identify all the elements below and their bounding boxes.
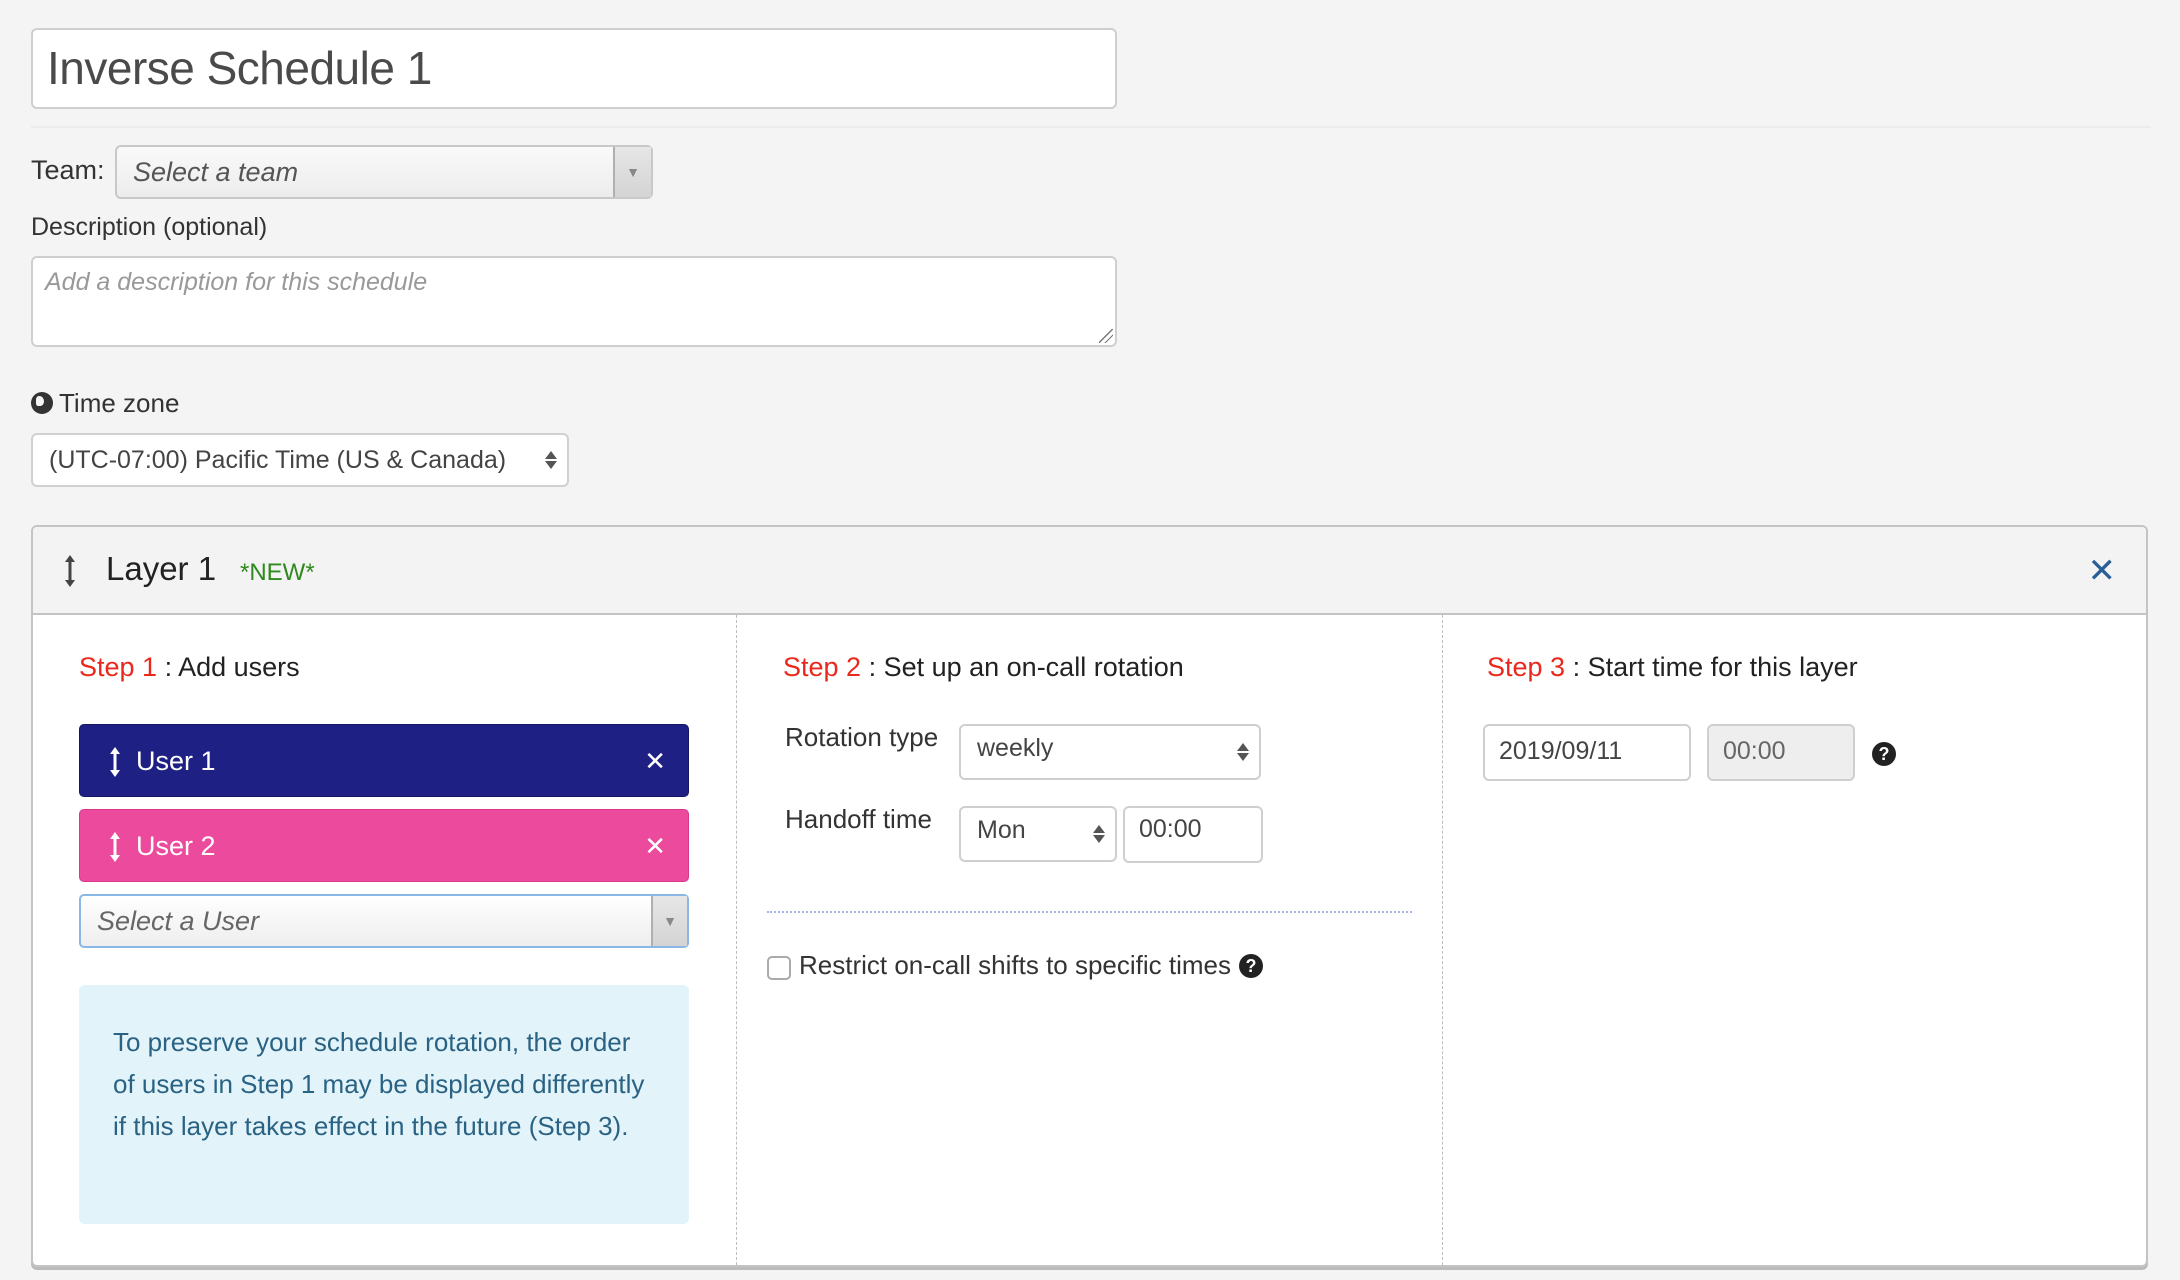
layer-title: Layer 1 [106, 550, 217, 587]
timezone-select[interactable]: (UTC-07:00) Pacific Time (US & Canada) [31, 433, 569, 487]
timezone-selected-value: (UTC-07:00) Pacific Time (US & Canada) [49, 446, 507, 474]
select-arrows-icon [1093, 825, 1105, 843]
team-select[interactable]: Select a team ▼ [115, 145, 653, 199]
handoff-day-value: Mon [977, 816, 1026, 844]
close-icon[interactable]: ✕ [2088, 553, 2117, 589]
drag-handle-icon[interactable] [109, 746, 121, 778]
step3-title: : Start time for this layer [1565, 652, 1858, 682]
start-date-input[interactable]: 2019/09/11 [1483, 724, 1691, 781]
restrict-shifts-label[interactable]: Restrict on-call shifts to specific time… [799, 950, 1231, 981]
start-time-input: 00:00 [1707, 724, 1855, 781]
step3-heading: Step 3 : Start time for this layer [1487, 649, 1858, 685]
header-divider [31, 126, 2151, 128]
handoff-time-input[interactable]: 00:00 [1123, 806, 1263, 863]
new-badge: *NEW* [240, 559, 315, 586]
team-select-placeholder: Select a team [133, 157, 299, 187]
layer-header: Layer 1 *NEW* ✕ [33, 527, 2146, 615]
restrict-shifts-checkbox[interactable] [767, 955, 791, 980]
schedule-name-input[interactable]: Inverse Schedule 1 [31, 28, 1117, 109]
drag-handle-icon[interactable] [64, 554, 76, 588]
globe-icon [31, 392, 53, 414]
step2-heading: Step 2 : Set up an on-call rotation [783, 649, 1184, 685]
team-label: Team: [31, 155, 105, 185]
info-text: To preserve your schedule rotation, the … [113, 1027, 645, 1141]
resize-handle-icon[interactable] [1099, 329, 1113, 343]
select-arrows-icon [545, 451, 557, 469]
remove-user-icon[interactable]: ✕ [644, 725, 666, 798]
step3-number: Step 3 [1487, 652, 1566, 682]
user-pill[interactable]: User 2 ✕ [79, 809, 689, 882]
description-label: Description (optional) [31, 213, 268, 241]
drag-handle-icon[interactable] [109, 831, 121, 863]
remove-user-icon[interactable]: ✕ [644, 810, 666, 883]
help-icon[interactable]: ? [1239, 953, 1264, 978]
step1-title: : Add users [157, 652, 300, 682]
chevron-down-icon[interactable]: ▼ [651, 896, 687, 946]
restrict-shifts-row: Restrict on-call shifts to specific time… [767, 950, 1264, 981]
user-name: User 2 [136, 831, 216, 861]
description-textarea[interactable]: Add a description for this schedule [31, 256, 1117, 347]
step3-column: Step 3 : Start time for this layer 2019/… [1443, 615, 2146, 1265]
select-arrows-icon [1237, 743, 1249, 761]
handoff-time-label: Handoff time [785, 804, 932, 834]
description-placeholder: Add a description for this schedule [45, 268, 428, 296]
timezone-label-text: Time zone [59, 388, 180, 418]
step2-column: Step 2 : Set up an on-call rotation Rota… [737, 615, 1443, 1265]
step1-number: Step 1 [79, 652, 158, 682]
step1-heading: Step 1 : Add users [79, 649, 300, 685]
layer-panel: Layer 1 *NEW* ✕ Step 1 : Add users User … [31, 525, 2148, 1267]
rotation-type-value: weekly [977, 734, 1054, 762]
user-pill[interactable]: User 1 ✕ [79, 724, 689, 797]
help-icon[interactable]: ? [1872, 742, 1896, 766]
select-user-placeholder: Select a User [97, 906, 260, 936]
rotation-type-label: Rotation type [785, 722, 939, 752]
rotation-order-info: To preserve your schedule rotation, the … [79, 985, 689, 1224]
handoff-day-select[interactable]: Mon [959, 806, 1117, 862]
section-divider [767, 911, 1412, 913]
select-user-dropdown[interactable]: Select a User ▼ [79, 894, 689, 948]
step2-title: : Set up an on-call rotation [861, 652, 1184, 682]
rotation-type-select[interactable]: weekly [959, 724, 1261, 780]
user-name: User 1 [136, 746, 216, 776]
timezone-label: Time zone [31, 386, 179, 420]
step2-number: Step 2 [783, 652, 862, 682]
step1-column: Step 1 : Add users User 1 ✕ User 2 ✕ Sel… [33, 615, 737, 1265]
chevron-down-icon[interactable]: ▼ [613, 147, 651, 197]
